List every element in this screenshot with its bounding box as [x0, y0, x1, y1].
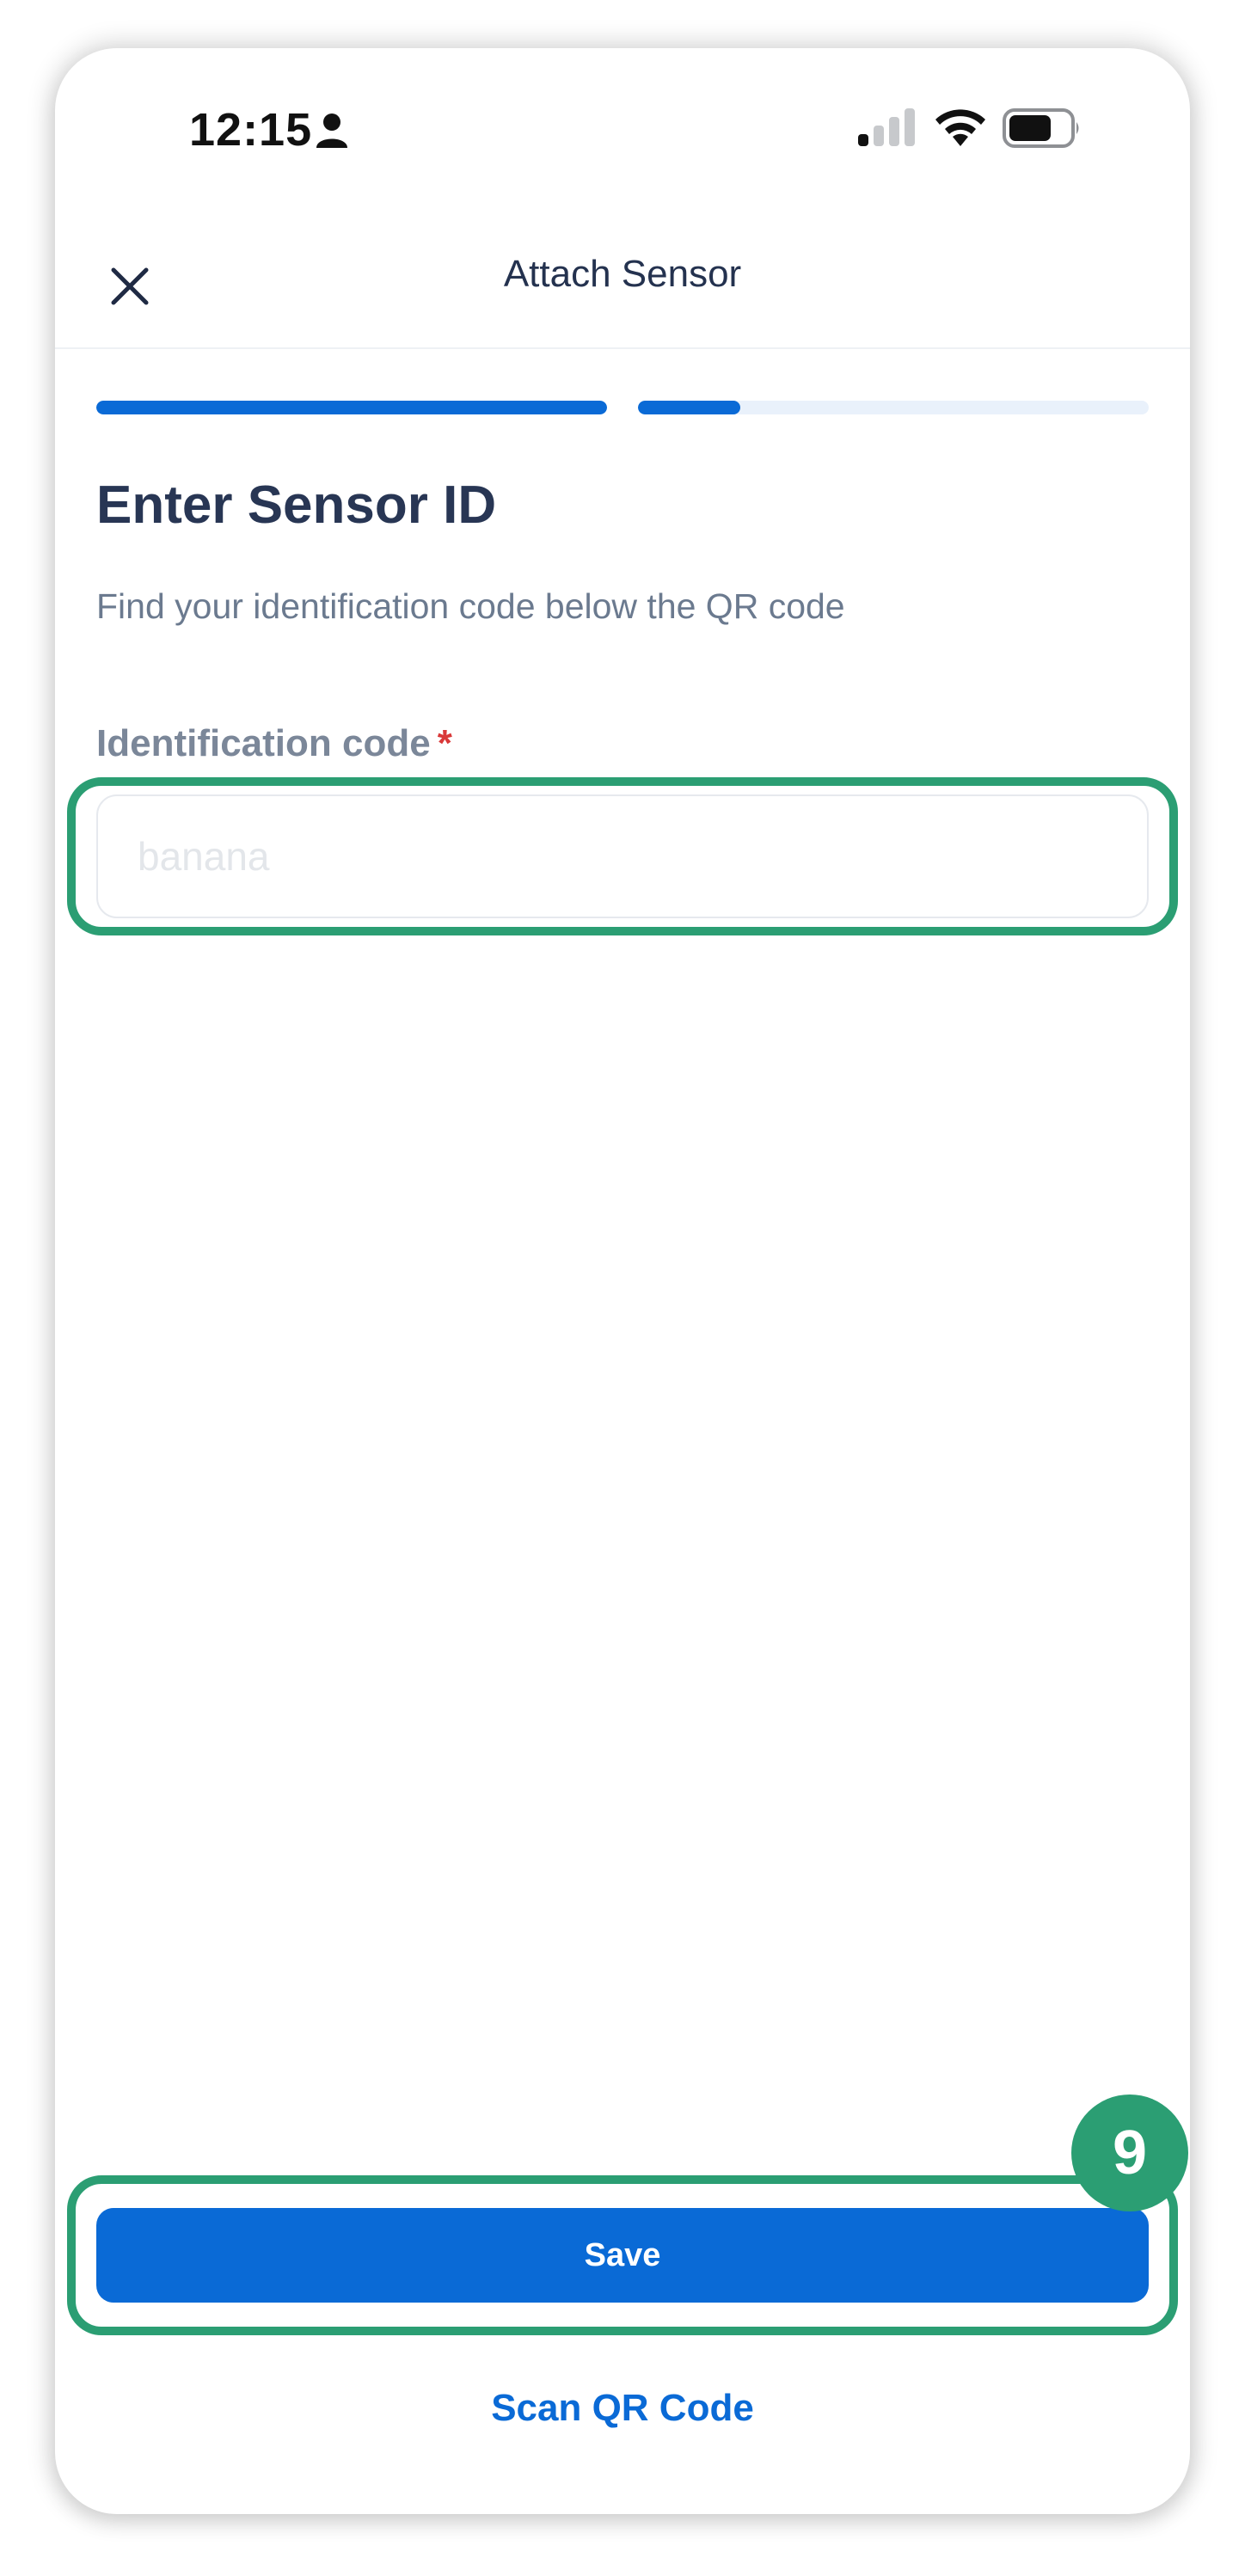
identification-code-input[interactable] — [96, 794, 1149, 918]
status-time: 12:15 — [189, 104, 313, 156]
step-number-badge: 9 — [1071, 2095, 1188, 2211]
identification-code-label: Identification code * — [96, 722, 452, 765]
progress-step-1-fill — [96, 401, 607, 414]
battery-icon — [1003, 108, 1079, 148]
phone-frame: 12:15 Attach Sensor Enter Sensor ID Find… — [55, 48, 1190, 2514]
scan-qr-code-link[interactable]: Scan QR Code — [55, 2387, 1190, 2430]
progress-step-2 — [638, 401, 1149, 414]
page-subtitle: Find your identification code below the … — [96, 586, 845, 626]
page-title: Enter Sensor ID — [96, 475, 497, 535]
cellular-signal-icon — [858, 108, 915, 146]
field-label-text: Identification code — [96, 722, 431, 764]
save-button[interactable]: Save — [96, 2208, 1149, 2303]
screen-title: Attach Sensor — [503, 253, 742, 295]
required-marker: * — [437, 722, 452, 764]
progress-step-1 — [96, 401, 607, 414]
header-divider — [55, 347, 1190, 349]
person-icon — [316, 113, 347, 148]
wifi-icon — [935, 109, 985, 146]
progress-step-2-fill — [638, 401, 740, 414]
